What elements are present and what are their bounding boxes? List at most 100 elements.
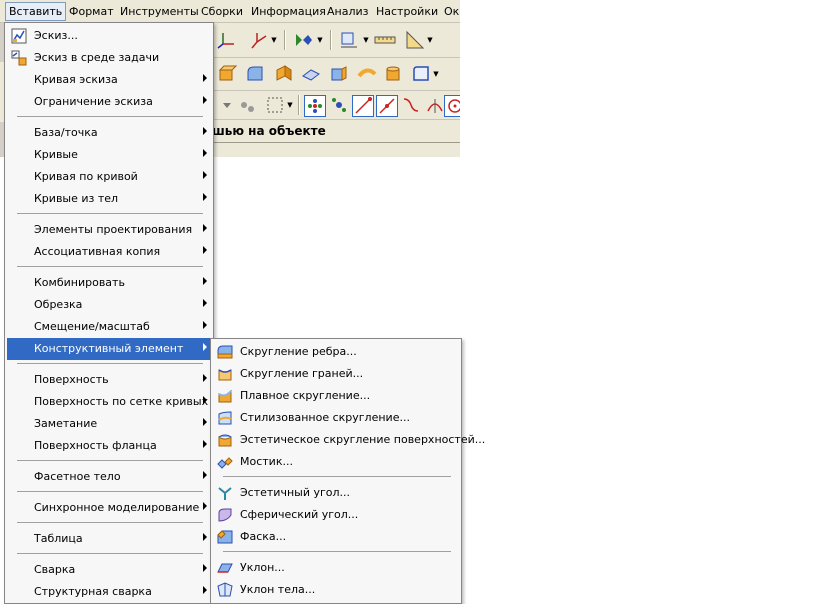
menu-separator bbox=[17, 553, 203, 554]
measure-distance-icon[interactable] bbox=[338, 29, 360, 51]
cylinder-tool-icon[interactable] bbox=[382, 63, 404, 85]
draft-body-icon bbox=[217, 582, 233, 598]
chevron-down-icon[interactable]: ▼ bbox=[316, 29, 324, 51]
chevron-down-icon[interactable]: ▼ bbox=[270, 29, 278, 51]
menu-item-draft-body[interactable]: Уклон тела... bbox=[213, 579, 459, 601]
menu-item-styled-corner[interactable]: Эстетичный угол... bbox=[213, 482, 459, 504]
menu-format[interactable]: Формат bbox=[66, 3, 117, 20]
menu-window[interactable]: Окн bbox=[441, 3, 460, 20]
menu-item-bridge[interactable]: Мостик... bbox=[213, 451, 459, 473]
menu-bar: Вставить Формат Инструменты Сборки Инфор… bbox=[0, 0, 460, 23]
snap-end-point-icon[interactable] bbox=[352, 95, 374, 117]
selection-hint-text: шью на объекте bbox=[212, 124, 326, 138]
snap-intersect-icon[interactable] bbox=[328, 94, 350, 116]
snap-center-icon[interactable] bbox=[444, 95, 460, 117]
menu-item-datum-point[interactable]: База/точка bbox=[7, 122, 211, 144]
block-tool-icon[interactable] bbox=[328, 63, 350, 85]
chevron-right-icon bbox=[203, 418, 207, 426]
chevron-right-icon bbox=[203, 321, 207, 329]
menu-item-edge-blend[interactable]: Скругление ребра... bbox=[213, 341, 459, 363]
menu-item-aesthetic-face-blend[interactable]: Эстетическое скругление поверхностей... bbox=[213, 429, 485, 451]
snap-view-icon[interactable] bbox=[292, 29, 314, 51]
chevron-right-icon bbox=[203, 374, 207, 382]
toolbar-row-selection: ▼ bbox=[212, 91, 460, 120]
chevron-down-icon[interactable]: ▼ bbox=[362, 29, 370, 51]
csys-icon[interactable] bbox=[216, 29, 238, 51]
menu-insert[interactable]: Вставить bbox=[5, 2, 67, 21]
snap-points-icon[interactable] bbox=[304, 95, 326, 117]
menu-item-synchronous-modeling[interactable]: Синхронное моделирование bbox=[7, 497, 211, 519]
shell-tool-icon[interactable] bbox=[410, 63, 432, 85]
chevron-down-icon[interactable]: ▼ bbox=[286, 94, 294, 116]
menu-item-sweep[interactable]: Заметание bbox=[7, 413, 211, 435]
aesthetic-face-blend-icon bbox=[217, 432, 233, 448]
chevron-right-icon bbox=[203, 149, 207, 157]
spherical-corner-icon bbox=[217, 507, 233, 523]
menu-item-curves-from-bodies[interactable]: Кривые из тел bbox=[7, 188, 211, 210]
menu-item-sketch-curve[interactable]: Кривая эскиза bbox=[7, 69, 211, 91]
menu-item-trim[interactable]: Обрезка bbox=[7, 294, 211, 316]
measure-length-icon[interactable] bbox=[374, 29, 396, 51]
chevron-down-icon[interactable]: ▼ bbox=[426, 29, 434, 51]
move-handle-icon[interactable] bbox=[236, 94, 258, 116]
task-sketch-icon bbox=[11, 50, 27, 66]
menu-item-draft[interactable]: Уклон... bbox=[213, 557, 459, 579]
menu-item-offset-scale[interactable]: Смещение/масштаб bbox=[7, 316, 211, 338]
snap-mid-point-icon[interactable] bbox=[376, 95, 398, 117]
menu-item-associative-copy[interactable]: Ассоциативная копия bbox=[7, 241, 211, 263]
sweep-tool-icon[interactable] bbox=[356, 63, 378, 85]
snap-tangent-icon[interactable] bbox=[424, 94, 446, 116]
menu-preferences[interactable]: Настройки bbox=[373, 3, 441, 20]
menu-separator bbox=[17, 363, 203, 364]
menu-item-derived-curve[interactable]: Кривая по кривой bbox=[7, 166, 211, 188]
datum-csys-icon[interactable] bbox=[248, 29, 270, 51]
chevron-right-icon bbox=[203, 440, 207, 448]
extrude-tool-icon[interactable] bbox=[272, 63, 294, 85]
measure-angle-icon[interactable] bbox=[404, 29, 426, 51]
menu-assemblies[interactable]: Сборки bbox=[198, 3, 246, 20]
soft-blend-icon bbox=[217, 388, 233, 404]
menu-separator bbox=[17, 522, 203, 523]
menu-item-surface[interactable]: Поверхность bbox=[7, 369, 211, 391]
toolbar-separator bbox=[298, 95, 300, 115]
menu-item-table[interactable]: Таблица bbox=[7, 528, 211, 550]
chevron-down-icon[interactable] bbox=[216, 94, 238, 116]
menu-information[interactable]: Информация bbox=[248, 3, 329, 20]
box-feature-icon[interactable] bbox=[216, 63, 238, 85]
snap-curve-icon[interactable] bbox=[400, 94, 422, 116]
chevron-right-icon bbox=[203, 396, 207, 404]
menu-item-face-blend[interactable]: Скругление граней... bbox=[213, 363, 459, 385]
chevron-down-icon[interactable]: ▼ bbox=[432, 63, 440, 85]
selection-box-icon[interactable] bbox=[264, 94, 286, 116]
menu-item-mesh-surface[interactable]: Поверхность по сетке кривых bbox=[7, 391, 211, 413]
menu-item-weld[interactable]: Сварка bbox=[7, 559, 211, 581]
menu-item-sketch[interactable]: Эскиз... bbox=[7, 25, 211, 47]
toolbar-row-utility: ▼ ▼ ▼ ▼ bbox=[212, 23, 460, 58]
chevron-right-icon bbox=[203, 502, 207, 510]
menu-analysis[interactable]: Анализ bbox=[324, 3, 372, 20]
menu-item-sketch-in-task[interactable]: Эскиз в среде задачи bbox=[7, 47, 211, 69]
sketch-icon bbox=[11, 28, 27, 44]
menu-item-flange-surface[interactable]: Поверхность фланца bbox=[7, 435, 211, 457]
menu-item-spherical-corner[interactable]: Сферический угол... bbox=[213, 504, 459, 526]
menu-item-styled-blend[interactable]: Стилизованное скругление... bbox=[213, 407, 459, 429]
chevron-right-icon bbox=[203, 171, 207, 179]
menu-separator bbox=[223, 476, 451, 477]
menu-item-soft-blend[interactable]: Плавное скругление... bbox=[213, 385, 459, 407]
menu-separator bbox=[17, 116, 203, 117]
menu-item-sketch-constraint[interactable]: Ограничение эскиза bbox=[7, 91, 211, 113]
toolbar-separator bbox=[284, 30, 286, 50]
chevron-right-icon bbox=[203, 564, 207, 572]
slab-tool-icon[interactable] bbox=[300, 63, 322, 85]
menu-tools[interactable]: Инструменты bbox=[117, 3, 202, 20]
menu-item-combine[interactable]: Комбинировать bbox=[7, 272, 211, 294]
menu-item-detail-feature[interactable]: Конструктивный элемент bbox=[7, 338, 211, 360]
edge-blend-tool-icon[interactable] bbox=[244, 63, 266, 85]
menu-separator bbox=[223, 551, 451, 552]
menu-item-chamfer[interactable]: Фаска... bbox=[213, 526, 459, 548]
menu-item-facet-body[interactable]: Фасетное тело bbox=[7, 466, 211, 488]
chevron-right-icon bbox=[203, 533, 207, 541]
menu-item-curves[interactable]: Кривые bbox=[7, 144, 211, 166]
detail-feature-submenu: Скругление ребра... Скругление граней...… bbox=[210, 338, 485, 604]
menu-item-design-features[interactable]: Элементы проектирования bbox=[7, 219, 211, 241]
